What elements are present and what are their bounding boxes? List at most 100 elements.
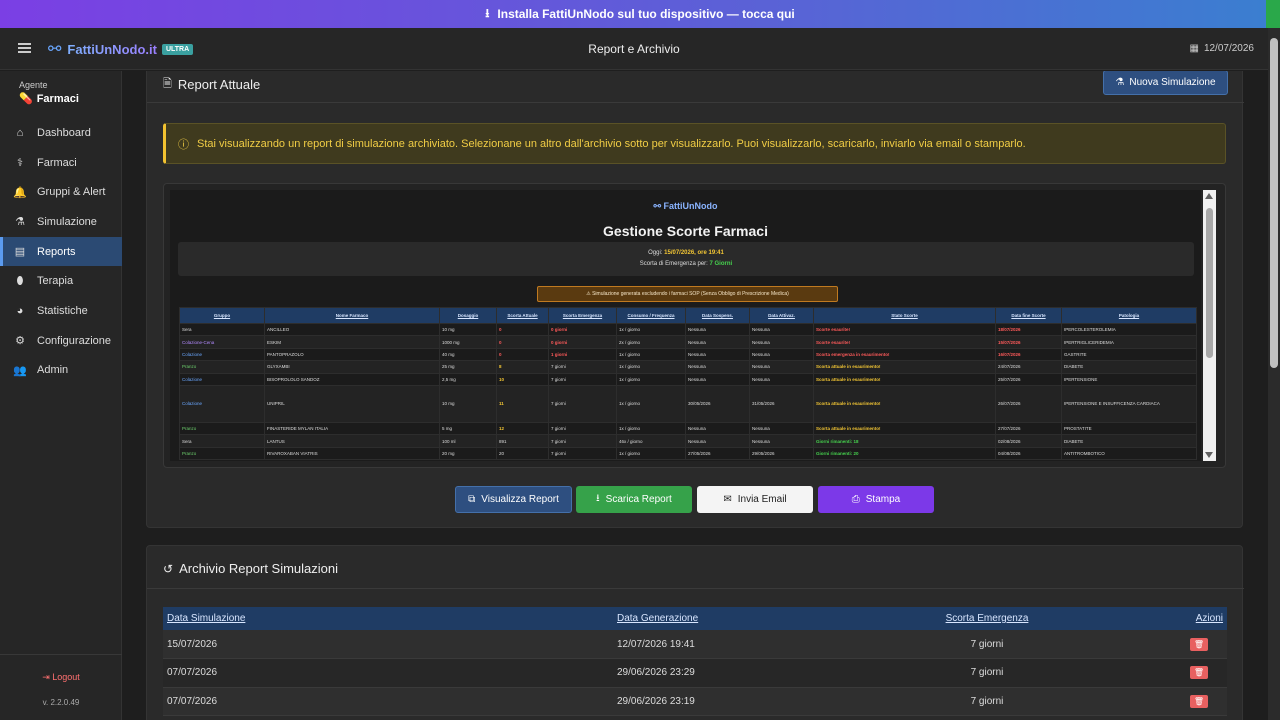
home-icon: ⌂ xyxy=(16,126,24,139)
sidebar-item-statistiche[interactable]: ◕ Statistiche xyxy=(0,296,122,326)
preview-table-row: Pranzo RIVAROXABAN VIATRIS 20 mg 20 7 giorni… xyxy=(179,446,1197,461)
archive-cell: 07/07/2026 xyxy=(163,658,617,688)
preview-cell: 7 giorni xyxy=(548,384,617,423)
preview-scroll-thumb[interactable] xyxy=(1206,208,1213,358)
send-email-label: Invia Email xyxy=(737,494,787,505)
print-button[interactable]: ⎙ Stampa xyxy=(818,486,934,513)
view-report-label: Visualizza Report xyxy=(481,494,559,505)
preview-cell: 25 mg xyxy=(439,360,497,374)
preview-cell: GLYXAMBI xyxy=(264,360,440,374)
sidebar-item-admin[interactable]: 👥 Admin xyxy=(0,356,122,386)
preview-cell: IPERTENSIONE E INSUFFICENZA CARDIACA xyxy=(1061,384,1197,423)
archive-row[interactable]: 15/07/2026 12/07/2026 19:41 7 giorni 🗑 xyxy=(163,630,1227,659)
preview-cell: 31/05/2026 xyxy=(749,384,814,423)
sidebar-item-farmaci[interactable]: ⚕ Farmaci xyxy=(0,148,122,178)
preview-col-header: Data Sospens. xyxy=(685,307,750,324)
preview-cell: BISOPROLOLO SANDOZ xyxy=(264,372,440,386)
col-data-simulazione[interactable]: Data Simulazione xyxy=(163,607,617,630)
preview-cell: 7 giorni xyxy=(548,434,617,448)
report-preview[interactable]: ⚯ FattiUnNodo Gestione Scorte Farmaci Og… xyxy=(170,190,1201,461)
preview-cell: Nessuna xyxy=(685,322,750,337)
report-actions: ⧉ Visualizza Report ⭳ Scarica Report ✉ Invi… xyxy=(455,486,935,513)
preview-cell: Scorta attuale in esaurimento! xyxy=(813,372,996,386)
archive-cell: 15/07/2026 xyxy=(163,630,617,659)
preview-col-header: Data Attivaz. xyxy=(749,307,814,324)
sidebar-item-dashboard[interactable]: ⌂ Dashboard xyxy=(0,118,122,148)
preview-scrollbar[interactable] xyxy=(1203,190,1216,461)
preview-cell: 46x / giorno xyxy=(616,434,686,448)
current-report-card: 🗎 Report Attuale ⚗ Nuova Simulazione ⓘ S… xyxy=(146,71,1244,528)
calendar-icon: ▦ xyxy=(1189,43,1199,54)
sidebar-item-reports[interactable]: ▤ Reports xyxy=(0,236,122,267)
page-scroll-thumb[interactable] xyxy=(1270,38,1278,368)
preview-table-row: Pranzo FINASTERIDE MYLAN ITALIA 5 mg 12 7 gi… xyxy=(179,421,1197,436)
archive-cell: 7 giorni xyxy=(877,630,1097,659)
new-simulation-button[interactable]: ⚗ Nuova Simulazione xyxy=(1103,71,1228,95)
header-date: ▦ 12/07/2026 xyxy=(1189,43,1254,54)
preview-cell: Colazione xyxy=(179,372,265,386)
agent-selector[interactable]: Agente 💊 Farmaci xyxy=(19,80,79,105)
pills-icon: ⚕ xyxy=(17,157,23,170)
pill-icon: 💊 xyxy=(19,93,33,105)
logout-button[interactable]: ⇥ Logout xyxy=(0,672,122,683)
current-report-title-text: Report Attuale xyxy=(177,77,261,92)
preview-cell: Giorni rimanenti: 20 xyxy=(813,446,996,461)
preview-table-row: Sera ANCILLEO 10 mg 0 0 giorni 1x / giorno Nes… xyxy=(179,322,1197,337)
sidebar-item-label: Terapia xyxy=(37,275,74,288)
install-banner[interactable]: ⭳ Installa FattiUnNodo sul tuo dispositi… xyxy=(0,0,1280,28)
preview-cell: 100 ml xyxy=(439,434,497,448)
preview-emergency-value: 7 Giorni xyxy=(709,261,733,267)
preview-cell: Sera xyxy=(179,322,265,337)
delete-report-button[interactable]: 🗑 xyxy=(1190,694,1208,708)
download-report-button[interactable]: ⭳ Scarica Report xyxy=(576,486,692,513)
preview-cell: 1x / giorno xyxy=(616,421,686,436)
preview-cell: 1 giorni xyxy=(548,347,617,362)
preview-logo: ⚯ FattiUnNodo xyxy=(170,201,1201,212)
sidebar-item-gruppi-alert[interactable]: 🔔 Gruppi & Alert xyxy=(0,177,122,207)
delete-report-button[interactable]: 🗑 xyxy=(1190,637,1208,651)
scroll-up-icon[interactable] xyxy=(1205,193,1213,199)
preview-cell: Nessuna xyxy=(685,347,750,362)
card-header: ↺ Archivio Report Simulazioni xyxy=(147,546,1244,589)
preview-cell: Nessuna xyxy=(749,335,814,349)
preview-cell: ANTITROMBOTICO xyxy=(1061,446,1197,461)
col-scorta-emergenza[interactable]: Scorta Emergenza xyxy=(877,607,1097,630)
flask-icon: ⚗ xyxy=(15,216,25,229)
delete-report-button[interactable]: 🗑 xyxy=(1190,666,1208,680)
sidebar-item-configurazione[interactable]: ⚙ Configurazione xyxy=(0,326,122,356)
archive-actions-cell: 🗑 xyxy=(1097,687,1227,716)
preview-cell: 1x / giorno xyxy=(616,347,686,362)
printer-icon: ⎙ xyxy=(851,494,860,505)
preview-cell: 1x / giorno xyxy=(616,322,686,337)
preview-cell: Scorta attuale in esaurimento! xyxy=(813,384,996,423)
external-link-icon: ⧉ xyxy=(468,494,476,505)
sidebar-item-terapia[interactable]: ⬮ Terapia xyxy=(0,266,122,296)
col-data-generazione[interactable]: Data Generazione xyxy=(617,607,877,630)
archive-actions-cell: 🗑 xyxy=(1097,658,1227,688)
preview-table-row: Colazione UNIPRIL 10 mg 11 7 giorni 1x / gior… xyxy=(179,384,1197,423)
preview-col-header: Stato Scorte xyxy=(813,307,996,324)
archive-cell: 29/06/2026 23:29 xyxy=(617,658,877,688)
print-label: Stampa xyxy=(865,494,901,505)
sidebar-item-label: Statistiche xyxy=(37,304,88,317)
send-email-button[interactable]: ✉ Invia Email xyxy=(697,486,813,513)
scroll-down-icon[interactable] xyxy=(1205,452,1213,458)
archive-row[interactable]: 07/07/2026 29/06/2026 23:19 7 giorni 🗑 xyxy=(163,687,1227,716)
preview-cell: 0 xyxy=(496,335,549,349)
preview-cell: Nessuna xyxy=(749,434,814,448)
sidebar-item-simulazione[interactable]: ⚗ Simulazione xyxy=(0,207,122,237)
preview-cell: Scorte esaurite! xyxy=(813,335,996,349)
preview-cell: 25/07/2026 xyxy=(995,372,1062,386)
preview-cell: Giorni rimanenti: 18 xyxy=(813,434,996,448)
preview-cell: 1x / giorno xyxy=(616,384,686,423)
view-report-button[interactable]: ⧉ Visualizza Report xyxy=(455,486,572,513)
preview-cell: 26/07/2026 xyxy=(995,384,1062,423)
archive-row[interactable]: 07/07/2026 29/06/2026 23:29 7 giorni 🗑 xyxy=(163,658,1227,688)
preview-cell: 1x / giorno xyxy=(616,360,686,374)
preview-cell: Nessuna xyxy=(685,434,750,448)
preview-cell: Colazione xyxy=(179,384,265,423)
preview-cell: Scorta attuale in esaurimento! xyxy=(813,421,996,436)
preview-col-header: Gruppo xyxy=(179,307,265,324)
preview-cell: 16/07/2026 xyxy=(995,347,1062,362)
page-scrollbar[interactable] xyxy=(1268,28,1280,720)
